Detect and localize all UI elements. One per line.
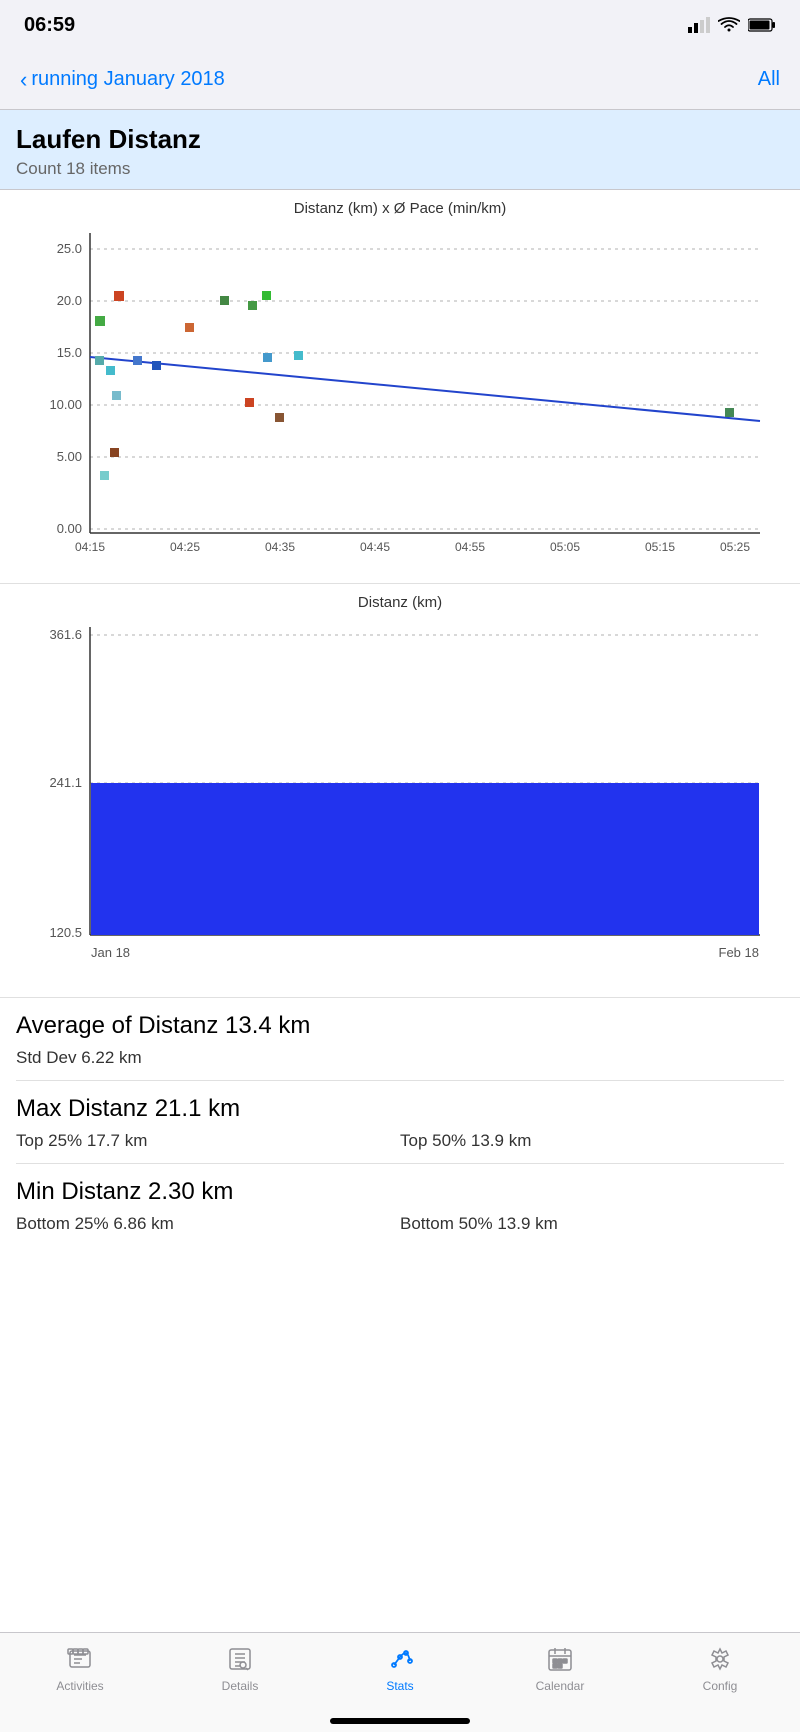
stat-bottom25-label: Bottom 25% 6.86 km [16, 1214, 400, 1234]
tab-stats-label: Stats [386, 1679, 413, 1693]
scatter-chart-title: Distanz (km) x Ø Pace (min/km) [0, 200, 800, 217]
bar-chart: 361.6 241.1 120.5 Jan 18 Feb 18 [30, 617, 770, 997]
svg-text:0.00: 0.00 [57, 521, 82, 536]
stat-top50-label: Top 50% 13.9 km [400, 1131, 784, 1151]
svg-text:04:45: 04:45 [360, 540, 390, 554]
svg-text:04:55: 04:55 [455, 540, 485, 554]
back-label: running January 2018 [31, 68, 224, 91]
back-chevron-icon: ‹ [20, 69, 27, 91]
stat-average-row: Average of Distanz 13.4 km [0, 998, 800, 1044]
scatter-chart-container: Distanz (km) x Ø Pace (min/km) 25.0 20.0… [0, 190, 800, 584]
tab-details[interactable]: Details [160, 1643, 320, 1693]
stat-bottom50-label: Bottom 50% 13.9 km [400, 1214, 784, 1234]
tab-config-label: Config [703, 1679, 738, 1693]
activities-icon [64, 1643, 96, 1675]
wifi-icon [718, 17, 740, 33]
tab-activities-label: Activities [56, 1679, 103, 1693]
svg-text:120.5: 120.5 [49, 925, 82, 940]
page-header: Laufen Distanz Count 18 items [0, 110, 800, 190]
config-icon [704, 1643, 736, 1675]
stat-top25-label: Top 25% 17.7 km [16, 1131, 400, 1151]
tab-bar: Activities Details [0, 1632, 800, 1732]
stat-stddev-label: Std Dev 6.22 km [16, 1048, 784, 1068]
page-title: Laufen Distanz [16, 124, 784, 155]
svg-text:361.6: 361.6 [49, 627, 82, 642]
stats-section: Average of Distanz 13.4 km Std Dev 6.22 … [0, 998, 800, 1246]
stat-min-row: Min Distanz 2.30 km [0, 1164, 800, 1210]
svg-text:04:15: 04:15 [75, 540, 105, 554]
tab-activities[interactable]: Activities [0, 1643, 160, 1693]
svg-text:5.00: 5.00 [57, 449, 82, 464]
signal-icon [688, 17, 710, 33]
stats-icon [384, 1643, 416, 1675]
stat-max-label: Max Distanz 21.1 km [16, 1095, 240, 1122]
battery-icon [748, 18, 776, 32]
tab-details-label: Details [222, 1679, 259, 1693]
status-bar: 06:59 [0, 0, 800, 50]
all-button[interactable]: All [758, 68, 780, 91]
tab-stats[interactable]: Stats [320, 1643, 480, 1693]
tab-calendar[interactable]: Calendar [480, 1643, 640, 1693]
back-button[interactable]: ‹ running January 2018 [20, 68, 225, 91]
svg-text:04:35: 04:35 [265, 540, 295, 554]
stat-max-row: Max Distanz 21.1 km [0, 1081, 800, 1127]
status-icons [688, 17, 776, 33]
scatter-chart: 25.0 20.0 15.0 10.00 5.00 0.00 04:15 04:… [30, 223, 770, 583]
svg-text:05:15: 05:15 [645, 540, 675, 554]
svg-text:25.0: 25.0 [57, 241, 82, 256]
page-subtitle: Count 18 items [16, 159, 784, 179]
stat-stddev-row: Std Dev 6.22 km [0, 1044, 800, 1080]
svg-text:10.00: 10.00 [49, 397, 82, 412]
svg-text:04:25: 04:25 [170, 540, 200, 554]
svg-text:Jan 18: Jan 18 [91, 945, 130, 960]
svg-text:05:05: 05:05 [550, 540, 580, 554]
nav-bar: ‹ running January 2018 All [0, 50, 800, 110]
bar-chart-title: Distanz (km) [0, 594, 800, 611]
home-indicator [330, 1718, 470, 1724]
bar-chart-container: Distanz (km) 361.6 241.1 120.5 Jan 18 Fe… [0, 584, 800, 998]
svg-text:15.0: 15.0 [57, 345, 82, 360]
svg-text:241.1: 241.1 [49, 775, 82, 790]
calendar-icon [544, 1643, 576, 1675]
svg-text:05:25: 05:25 [720, 540, 750, 554]
tab-calendar-label: Calendar [536, 1679, 585, 1693]
stat-min-label: Min Distanz 2.30 km [16, 1178, 233, 1205]
tab-config[interactable]: Config [640, 1643, 800, 1693]
stat-bottom-row: Bottom 25% 6.86 km Bottom 50% 13.9 km [0, 1210, 800, 1246]
svg-text:20.0: 20.0 [57, 293, 82, 308]
status-time: 06:59 [24, 14, 75, 37]
svg-text:Feb 18: Feb 18 [719, 945, 759, 960]
details-icon [224, 1643, 256, 1675]
stat-average-label: Average of Distanz 13.4 km [16, 1012, 310, 1039]
stat-top-row: Top 25% 17.7 km Top 50% 13.9 km [0, 1127, 800, 1163]
